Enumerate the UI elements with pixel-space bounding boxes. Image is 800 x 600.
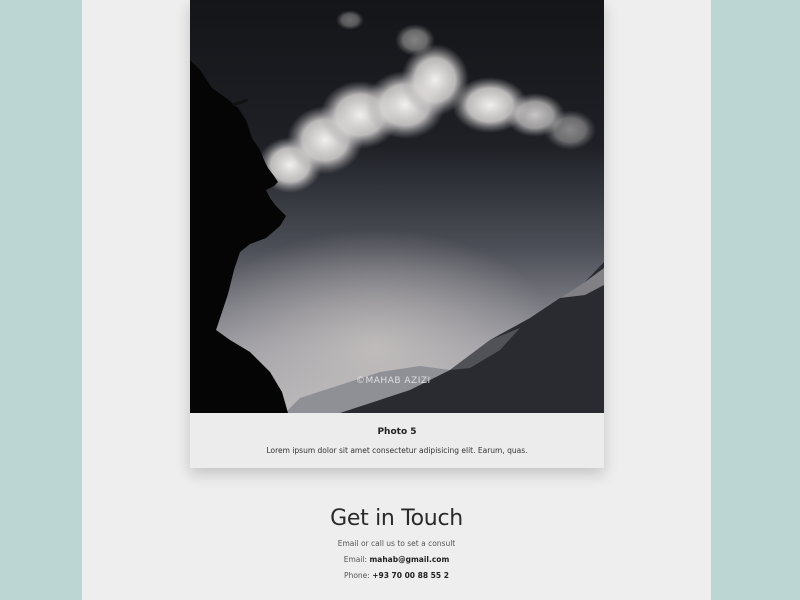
- photo-image[interactable]: ©MAHAB AZIZI: [190, 0, 604, 413]
- contact-email: Email: mahab@gmail.com: [82, 552, 711, 568]
- photo-card[interactable]: ©MAHAB AZIZI Photo 5 Lorem ipsum dolor s…: [190, 0, 604, 468]
- contact-section: Get in Touch Email or call us to set a c…: [82, 504, 711, 584]
- contact-phone: Phone: +93 70 00 88 55 2: [82, 568, 711, 584]
- contact-subtitle: Email or call us to set a consult: [337, 539, 456, 548]
- photo-title: Photo 5: [377, 427, 417, 437]
- photo-watermark: ©MAHAB AZIZI: [356, 376, 431, 386]
- contact-heading: Get in Touch: [330, 506, 463, 531]
- content-panel: ©MAHAB AZIZI Photo 5 Lorem ipsum dolor s…: [82, 0, 711, 600]
- email-link[interactable]: mahab@gmail.com: [369, 555, 449, 564]
- photo-description: Lorem ipsum dolor sit amet consectetur a…: [266, 446, 528, 455]
- email-label: Email:: [343, 555, 370, 564]
- phone-label: Phone:: [344, 571, 373, 580]
- phone-link[interactable]: +93 70 00 88 55 2: [372, 571, 449, 580]
- photo-artwork: [190, 0, 604, 413]
